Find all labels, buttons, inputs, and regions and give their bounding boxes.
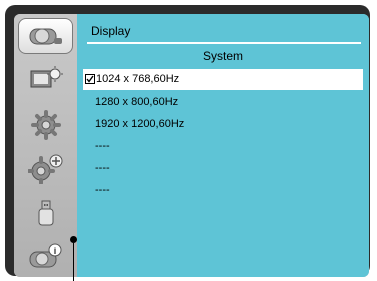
callout-line <box>73 243 74 281</box>
menu-item-label: 1920 x 1200,60Hz <box>95 118 185 130</box>
menu-item[interactable]: 1280 x 800,60Hz <box>83 92 363 113</box>
sidebar-item-info[interactable]: i <box>18 239 73 275</box>
sidebar-item-display[interactable] <box>18 18 73 54</box>
checkbox-icon[interactable] <box>85 74 95 84</box>
projector-icon <box>29 28 62 45</box>
menu-item-label: 1024 x 768,60Hz <box>96 73 180 85</box>
menu-item-label: ---- <box>95 140 110 152</box>
callout-dot <box>70 236 77 243</box>
section-heading: System <box>202 49 243 63</box>
menu-item-label: ---- <box>95 162 110 174</box>
sidebar-item-settings[interactable] <box>18 107 73 143</box>
sidebar-item-usb[interactable] <box>18 196 73 232</box>
menu-item[interactable]: 1920 x 1200,60Hz <box>83 114 363 135</box>
svg-text:i: i <box>53 246 56 256</box>
gear-icon <box>30 110 61 140</box>
osd-frame: i Display System 1024 x 768,60Hz 1280 x … <box>5 5 370 277</box>
menu-sidebar: i <box>14 14 77 277</box>
menu-item[interactable]: ---- <box>83 180 363 201</box>
sidebar-item-picture[interactable] <box>18 61 73 97</box>
menu-item-label: 1280 x 800,60Hz <box>95 96 179 108</box>
sidebar-item-advanced[interactable] <box>18 151 73 187</box>
osd-window: i Display System 1024 x 768,60Hz 1280 x … <box>14 14 369 277</box>
title-divider <box>87 42 361 44</box>
menu-item[interactable]: ---- <box>83 158 363 179</box>
menu-title: Display <box>91 24 131 38</box>
menu-item[interactable]: 1024 x 768,60Hz <box>83 69 363 90</box>
menu-item-label: ---- <box>95 184 110 196</box>
menu-panel: Display System 1024 x 768,60Hz 1280 x 80… <box>77 14 369 277</box>
menu-item[interactable]: ---- <box>83 136 363 157</box>
advanced-gear-icon <box>27 154 62 184</box>
picture-settings-icon <box>30 66 63 88</box>
info-icon: i <box>29 243 61 268</box>
usb-icon <box>38 200 53 226</box>
